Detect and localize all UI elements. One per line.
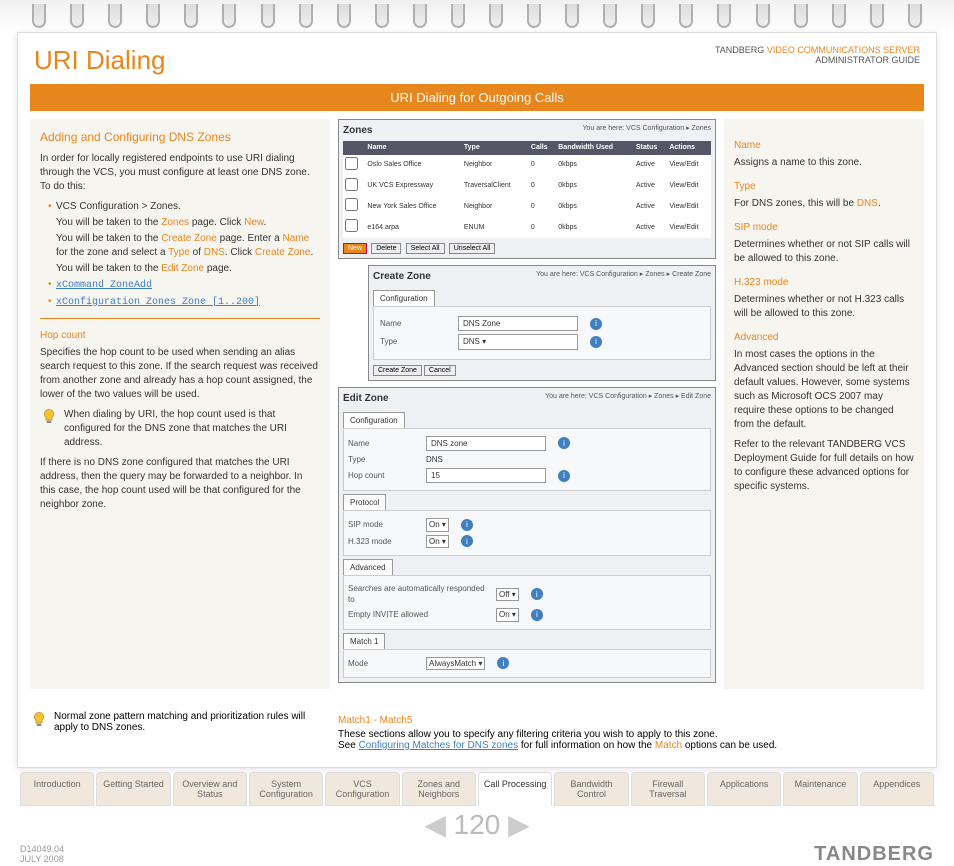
middle-column: Zones You are here: VCS Configuration ▸ …: [338, 119, 716, 689]
tab-zones-and-neighbors[interactable]: Zones and Neighbors: [402, 772, 476, 806]
lightbulb-icon: [30, 711, 48, 729]
cancel-button[interactable]: Cancel: [424, 365, 456, 376]
page: URI Dialing TANDBERG VIDEO COMMUNICATION…: [17, 32, 937, 768]
sip-mode-select[interactable]: On ▾: [426, 518, 449, 531]
create-zone-button[interactable]: Create Zone: [373, 365, 422, 376]
doc-id: D14049.04JULY 2008: [20, 844, 64, 864]
table-row: e164.arpaENUM00kbpsActiveView/Edit: [343, 217, 711, 238]
config-tab[interactable]: Configuration: [373, 290, 435, 306]
left-heading: Adding and Configuring DNS Zones: [40, 129, 320, 146]
tab-vcs-configuration[interactable]: VCS Configuration: [325, 772, 399, 806]
tab-firewall-traversal[interactable]: Firewall Traversal: [631, 772, 705, 806]
lightbulb-icon: [40, 408, 58, 426]
new-link[interactable]: New: [244, 217, 263, 228]
createzone-link[interactable]: Create Zone: [161, 233, 217, 244]
footer-tip: Normal zone pattern matching and priorit…: [30, 711, 330, 745]
section-bar: URI Dialing for Outgoing Calls: [30, 84, 924, 111]
select-all-button[interactable]: Select All: [406, 243, 445, 254]
brand-footer: TANDBERG: [814, 843, 934, 866]
tab-applications[interactable]: Applications: [707, 772, 781, 806]
create-zone-screenshot: Create Zone You are here: VCS Configurat…: [368, 265, 716, 381]
dns-link[interactable]: DNS: [857, 198, 878, 209]
right-column: Name Assigns a name to this zone. Type F…: [724, 119, 924, 689]
editzone-link[interactable]: Edit Zone: [161, 263, 204, 274]
tab-overview-and-status[interactable]: Overview and Status: [173, 772, 247, 806]
hop-tip: When dialing by URI, the hop count used …: [64, 408, 320, 450]
edit-zone-screenshot: Edit Zone You are here: VCS Configuratio…: [338, 387, 716, 683]
left-column: Adding and Configuring DNS Zones In orde…: [30, 119, 330, 689]
hop-count-title: Hop count: [40, 329, 320, 343]
delete-button[interactable]: Delete: [371, 243, 401, 254]
tab-maintenance[interactable]: Maintenance: [783, 772, 857, 806]
table-row: UK VCS ExpresswayTraversalClient00kbpsAc…: [343, 176, 711, 197]
hop-p2: If there is no DNS zone configured that …: [40, 456, 320, 512]
page-number: ◀ 120 ▶: [0, 806, 954, 843]
xcommand-link[interactable]: xCommand ZoneAdd: [56, 280, 152, 291]
tab-bandwidth-control[interactable]: Bandwidth Control: [554, 772, 628, 806]
new-button[interactable]: New: [343, 243, 367, 254]
zones-link[interactable]: Zones: [161, 217, 189, 228]
next-page-arrow[interactable]: ▶: [508, 809, 530, 840]
match-box: Match1 - Match5 These sections allow you…: [338, 705, 924, 751]
info-icon[interactable]: i: [590, 318, 602, 330]
zones-table: NameTypeCallsBandwidth UsedStatusActions…: [343, 141, 711, 238]
unselect-all-button[interactable]: Unselect All: [449, 243, 496, 254]
nav-path: VCS Configuration > Zones: [56, 201, 178, 212]
table-row: Oslo Sales OfficeNeighbor00kbpsActiveVie…: [343, 155, 711, 176]
h323-mode-select[interactable]: On ▾: [426, 535, 449, 548]
bottom-tabs: IntroductionGetting StartedOverview and …: [0, 768, 954, 806]
tab-getting-started[interactable]: Getting Started: [96, 772, 170, 806]
tab-system-configuration[interactable]: System Configuration: [249, 772, 323, 806]
configuring-matches-link[interactable]: Configuring Matches for DNS zones: [359, 740, 519, 751]
type-select[interactable]: DNS ▾: [458, 334, 578, 349]
tab-introduction[interactable]: Introduction: [20, 772, 94, 806]
table-row: New York Sales OfficeNeighbor00kbpsActiv…: [343, 196, 711, 217]
zones-screenshot: Zones You are here: VCS Configuration ▸ …: [338, 119, 716, 259]
row-checkbox[interactable]: [345, 157, 358, 170]
tab-call-processing[interactable]: Call Processing: [478, 772, 552, 806]
left-intro: In order for locally registered endpoint…: [40, 152, 320, 194]
tab-appendices[interactable]: Appendices: [860, 772, 934, 806]
hop-p1: Specifies the hop count to be used when …: [40, 346, 320, 402]
name-input[interactable]: DNS Zone: [458, 316, 578, 331]
brand-header: TANDBERG VIDEO COMMUNICATIONS SERVER ADM…: [715, 45, 920, 65]
xconfig-link[interactable]: xConfiguration Zones Zone [1..200]: [56, 297, 260, 308]
spiral-binding: [0, 0, 954, 32]
prev-page-arrow[interactable]: ◀: [424, 809, 446, 840]
page-title: URI Dialing: [34, 45, 166, 76]
